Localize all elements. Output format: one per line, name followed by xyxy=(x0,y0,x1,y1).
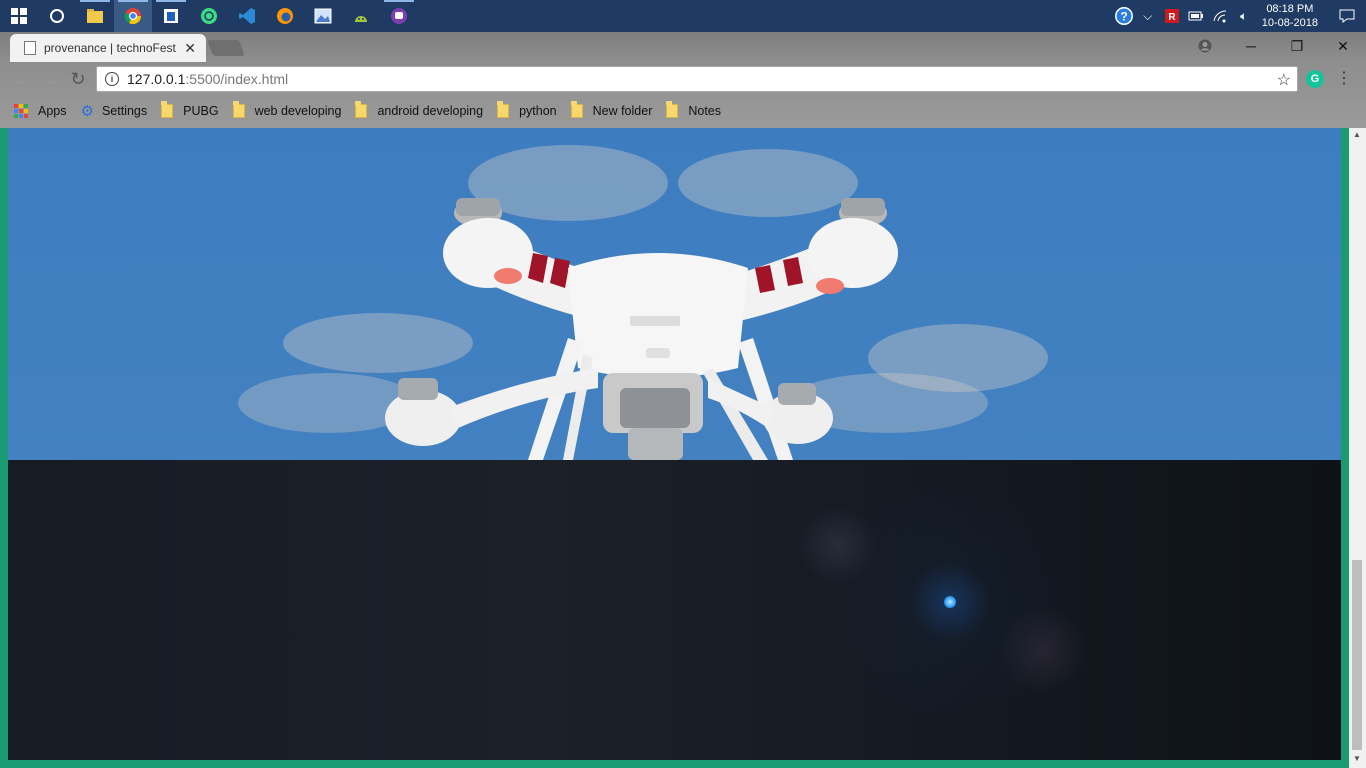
svg-text:R: R xyxy=(1168,12,1176,23)
back-button[interactable]: ← xyxy=(8,69,36,90)
folder-icon xyxy=(497,101,510,118)
page-bottom-border xyxy=(0,760,1349,768)
scrollbar-thumb[interactable] xyxy=(1352,560,1362,750)
bookmark-label: PUBG xyxy=(183,104,219,118)
reload-button[interactable]: ↻ xyxy=(64,69,92,90)
folder-icon xyxy=(232,101,245,118)
dark-section xyxy=(8,460,1341,760)
volume-icon[interactable]: 🔈︎ xyxy=(1232,0,1256,32)
minimize-button[interactable]: ─ xyxy=(1228,32,1274,60)
android-icon[interactable] xyxy=(342,0,380,32)
scroll-up-icon[interactable]: ▲ xyxy=(1353,130,1361,139)
bookmark-android-developing[interactable]: android developing xyxy=(355,101,484,118)
bookmark-label: Apps xyxy=(38,104,67,118)
url-path: :5500/index.html xyxy=(185,71,289,87)
bookmark-python[interactable]: python xyxy=(497,101,557,118)
apps-icon xyxy=(14,104,28,118)
app-icon[interactable] xyxy=(380,0,418,32)
close-window-button[interactable]: ✕ xyxy=(1320,32,1366,60)
svg-text:?: ? xyxy=(1120,10,1127,24)
windows-start-icon[interactable] xyxy=(0,0,38,32)
profile-icon[interactable] xyxy=(1182,32,1228,60)
page-viewport xyxy=(8,128,1341,760)
clock[interactable]: 08:18 PM 10-08-2018 xyxy=(1256,2,1328,30)
taskbar: ? ⌵ R 🔈︎ 08:18 PM 10-08-2018 xyxy=(0,0,1366,32)
notifications-icon[interactable] xyxy=(1328,0,1366,32)
chevron-up-icon[interactable]: ⌵ xyxy=(1136,0,1160,32)
cortana-icon[interactable] xyxy=(38,0,76,32)
restore-button[interactable]: ❐ xyxy=(1274,32,1320,60)
gear-icon: ⚙ xyxy=(80,103,94,120)
bookmark-star-icon[interactable]: ☆ xyxy=(1277,70,1291,90)
bookmark-apps[interactable]: Apps xyxy=(14,104,67,118)
scroll-down-icon[interactable]: ▼ xyxy=(1353,754,1361,763)
firefox-icon[interactable] xyxy=(266,0,304,32)
bookmark-new-folder[interactable]: New folder xyxy=(570,101,653,118)
browser-chrome: provenance | technoFest ✕ ─ ❐ ✕ ← → ↻ i … xyxy=(0,32,1366,128)
system-tray: ? ⌵ R 🔈︎ 08:18 PM 10-08-2018 xyxy=(1112,0,1366,32)
app-tray-icon[interactable]: R xyxy=(1160,0,1184,32)
bookmark-label: android developing xyxy=(377,104,484,118)
lens-flare xyxy=(798,505,878,585)
hero-drone-image xyxy=(8,128,1341,460)
bookmark-web-developing[interactable]: web developing xyxy=(232,101,342,118)
bookmarks-bar: Apps ⚙ Settings PUBG web developing andr… xyxy=(0,98,735,124)
close-tab-icon[interactable]: ✕ xyxy=(184,40,196,57)
photos-icon[interactable] xyxy=(304,0,342,32)
store-icon[interactable] xyxy=(152,0,190,32)
bookmark-label: New folder xyxy=(592,104,653,118)
bookmark-label: web developing xyxy=(254,104,342,118)
forward-button[interactable]: → xyxy=(36,69,64,90)
bookmark-pubg[interactable]: PUBG xyxy=(161,101,219,118)
tab-provenance[interactable]: provenance | technoFest ✕ xyxy=(10,34,206,62)
vscode-icon[interactable] xyxy=(228,0,266,32)
new-tab-button[interactable] xyxy=(207,40,245,56)
bookmark-label: python xyxy=(519,104,557,118)
bookmark-label: Notes xyxy=(688,104,722,118)
file-explorer-icon[interactable] xyxy=(76,0,114,32)
help-icon[interactable]: ? xyxy=(1112,0,1136,32)
clock-time: 08:18 PM xyxy=(1266,3,1314,15)
grammarly-extension-icon[interactable]: G xyxy=(1306,70,1324,88)
folder-icon xyxy=(666,101,679,118)
bookmark-notes[interactable]: Notes xyxy=(666,101,722,118)
menu-icon[interactable]: ⋮ xyxy=(1336,68,1352,88)
lens-flare xyxy=(998,605,1088,695)
info-icon[interactable]: i xyxy=(105,72,119,86)
android-studio-app-icon[interactable] xyxy=(190,0,228,32)
folder-icon xyxy=(161,101,174,118)
folder-icon xyxy=(355,101,368,118)
folder-icon xyxy=(570,101,583,118)
address-bar[interactable]: i 127.0.0.1:5500/index.html ☆ xyxy=(96,66,1298,92)
page-scrollbar[interactable]: ▲ ▼ xyxy=(1349,128,1366,768)
wifi-icon[interactable] xyxy=(1208,0,1232,32)
window-controls: ─ ❐ ✕ xyxy=(1182,32,1366,60)
battery-icon[interactable] xyxy=(1184,0,1208,32)
url-host: 127.0.0.1 xyxy=(127,71,186,87)
bookmark-settings[interactable]: ⚙ Settings xyxy=(81,102,148,120)
toolbar: ← → ↻ i 127.0.0.1:5500/index.html ☆ G ⋮ xyxy=(0,62,1366,96)
page-icon xyxy=(24,41,36,55)
clock-date: 10-08-2018 xyxy=(1261,17,1318,29)
drone-illustration xyxy=(238,145,1048,460)
tab-title: provenance | technoFest xyxy=(44,41,176,55)
bookmark-label: Settings xyxy=(101,104,148,118)
light-point xyxy=(944,596,956,608)
chrome-icon[interactable] xyxy=(114,0,152,32)
